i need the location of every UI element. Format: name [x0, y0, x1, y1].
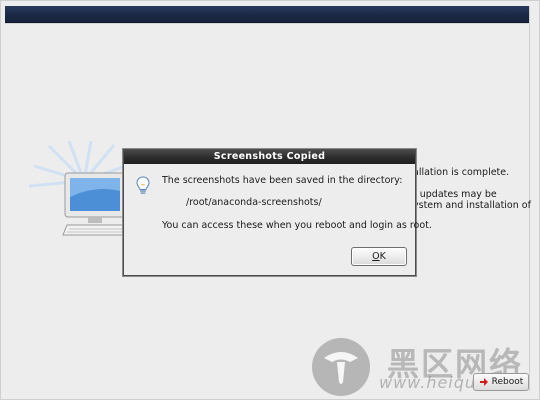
background-text-updates: t updates may be: [413, 189, 497, 200]
reboot-button-label: Reboot: [491, 377, 524, 387]
ok-button-mnemonic: O: [372, 251, 380, 262]
dialog-title: Screenshots Copied: [124, 150, 415, 164]
dialog-access-note: You can access these when you reboot and…: [162, 220, 432, 231]
background-text-complete: allation is complete.: [413, 167, 510, 178]
banner-divider: [5, 23, 529, 24]
ok-button[interactable]: OK: [351, 247, 407, 266]
reboot-arrow-icon: [479, 378, 488, 386]
screenshots-copied-dialog: Screenshots Copied The screenshots have …: [123, 149, 432, 276]
watermark-logo-icon: [312, 338, 370, 396]
installer-window: allation is complete. t updates may be y…: [0, 0, 540, 400]
dialog-directory-path: /root/anaconda-screenshots/: [186, 197, 322, 208]
top-banner: [5, 6, 529, 23]
window-right-edge: [529, 6, 530, 391]
reboot-button[interactable]: Reboot: [473, 373, 529, 391]
ok-button-label-rest: K: [379, 251, 386, 262]
info-lightbulb-icon: [136, 176, 150, 194]
dialog-message: The screenshots have been saved in the d…: [162, 175, 403, 186]
background-text-installation: ystem and installation of: [413, 200, 531, 211]
